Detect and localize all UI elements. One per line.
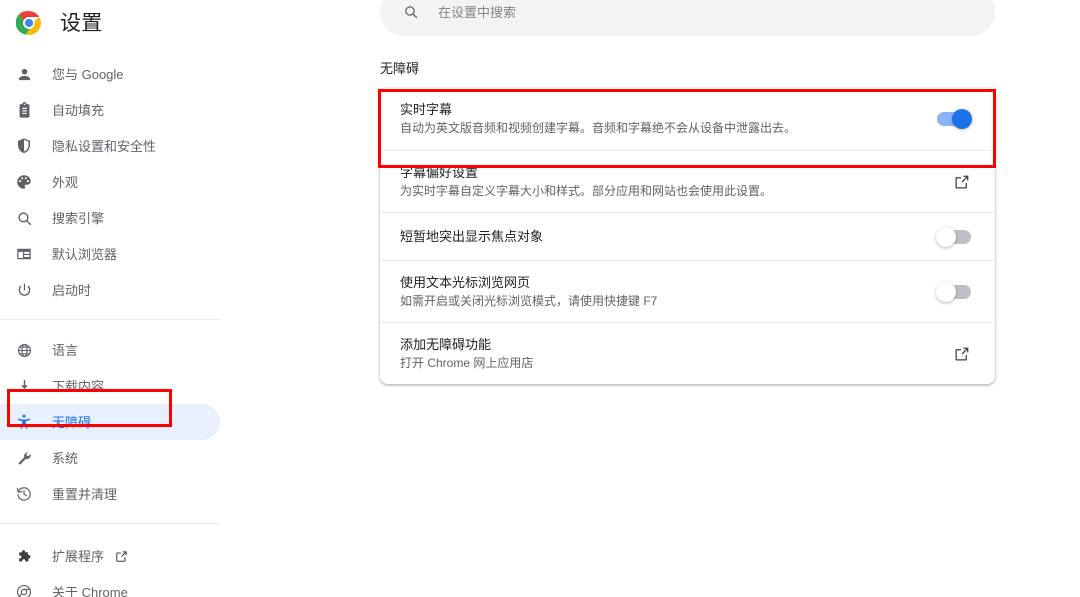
row-control — [931, 281, 971, 302]
search-input[interactable] — [438, 4, 979, 20]
sidebar-item-languages[interactable]: 语言 — [0, 332, 220, 368]
sidebar-item-search-engine[interactable]: 搜索引擎 — [0, 200, 220, 236]
live-caption-toggle[interactable] — [937, 109, 972, 129]
sidebar-item-label: 关于 Chrome — [52, 584, 128, 597]
accessibility-icon — [14, 412, 34, 432]
settings-row-live-caption[interactable]: 实时字幕 自动为英文版音频和视频创建字幕。音频和字幕绝不会从设备中泄露出去。 — [380, 88, 995, 150]
row-control — [931, 109, 972, 129]
row-title: 添加无障碍功能 — [400, 336, 492, 352]
history-restore-icon — [14, 484, 34, 504]
globe-icon — [14, 340, 34, 360]
sidebar-group-advanced: 语言 下载内容 无障碍 系统 重置并清理 — [0, 320, 260, 512]
sidebar-item-on-startup[interactable]: 启动时 — [0, 272, 220, 308]
sidebar-item-you-and-google[interactable]: 您与 Google — [0, 56, 220, 92]
sidebar-item-label: 语言 — [52, 342, 79, 358]
sidebar-item-accessibility[interactable]: 无障碍 — [0, 404, 220, 440]
sidebar-item-label: 下载内容 — [52, 378, 105, 394]
chrome-outline-icon — [14, 582, 34, 597]
puzzle-icon — [14, 546, 34, 566]
accessibility-settings-card: 实时字幕 自动为英文版音频和视频创建字幕。音频和字幕绝不会从设备中泄露出去。 字… — [380, 88, 995, 384]
sidebar-item-label: 默认浏览器 — [52, 246, 118, 262]
search-bar[interactable] — [380, 0, 995, 36]
row-text: 实时字幕 自动为英文版音频和视频创建字幕。音频和字幕绝不会从设备中泄露出去。 — [400, 91, 911, 147]
sidebar-item-label: 隐私设置和安全性 — [52, 138, 157, 154]
settings-row-add-accessibility-features[interactable]: 添加无障碍功能 打开 Chrome 网上应用店 — [380, 322, 995, 384]
shield-icon — [14, 136, 34, 156]
wrench-icon — [14, 448, 34, 468]
palette-icon — [14, 172, 34, 192]
sidebar-item-label: 无障碍 — [52, 414, 92, 430]
sidebar-item-privacy-security[interactable]: 隐私设置和安全性 — [0, 128, 220, 164]
row-text: 短暂地突出显示焦点对象 — [400, 218, 911, 256]
sidebar-item-reset-cleanup[interactable]: 重置并清理 — [0, 476, 220, 512]
sidebar-item-about-chrome[interactable]: 关于 Chrome — [0, 574, 220, 597]
power-icon — [14, 280, 34, 300]
settings-sidebar: 设置 您与 Google 自动填充 隐私设置和安全性 外观 搜索引擎 默认浏览器… — [0, 0, 260, 597]
sidebar-item-label: 系统 — [52, 450, 79, 466]
open-in-new-icon — [114, 549, 128, 563]
row-text: 添加无障碍功能 打开 Chrome 网上应用店 — [400, 326, 911, 382]
caret-browsing-toggle[interactable] — [936, 281, 971, 302]
row-title: 使用文本光标浏览网页 — [400, 274, 531, 290]
row-subtitle: 为实时字幕自定义字幕大小和样式。部分应用和网站也会使用此设置。 — [400, 183, 773, 198]
sidebar-group-primary: 您与 Google 自动填充 隐私设置和安全性 外观 搜索引擎 默认浏览器 启动… — [0, 44, 260, 308]
open-in-new-icon[interactable] — [953, 173, 971, 191]
browser-window-icon — [14, 244, 34, 264]
settings-main: 无障碍 实时字幕 自动为英文版音频和视频创建字幕。音频和字幕绝不会从设备中泄露出… — [260, 0, 1080, 597]
sidebar-item-autofill[interactable]: 自动填充 — [0, 92, 220, 128]
toggle-knob — [936, 226, 956, 247]
settings-row-focus-highlight[interactable]: 短暂地突出显示焦点对象 — [380, 212, 995, 260]
brand-header: 设置 — [0, 2, 260, 44]
settings-row-caption-preferences[interactable]: 字幕偏好设置 为实时字幕自定义字幕大小和样式。部分应用和网站也会使用此设置。 — [380, 150, 995, 212]
sidebar-item-extensions[interactable]: 扩展程序 — [0, 538, 220, 574]
sidebar-item-system[interactable]: 系统 — [0, 440, 220, 476]
focus-highlight-toggle[interactable] — [936, 226, 971, 247]
sidebar-item-label: 搜索引擎 — [52, 210, 105, 226]
search-icon — [402, 3, 420, 21]
row-text: 字幕偏好设置 为实时字幕自定义字幕大小和样式。部分应用和网站也会使用此设置。 — [400, 154, 911, 210]
row-title: 实时字幕 — [400, 102, 453, 117]
row-title: 字幕偏好设置 — [400, 164, 479, 180]
sidebar-item-label: 外观 — [52, 174, 79, 190]
row-control — [931, 226, 971, 247]
sidebar-item-label: 您与 Google — [52, 66, 124, 82]
chrome-logo-icon — [15, 10, 42, 36]
sidebar-item-label: 重置并清理 — [52, 486, 118, 502]
search-icon — [14, 208, 34, 228]
sidebar-item-label: 启动时 — [52, 282, 92, 298]
sidebar-item-label: 扩展程序 — [52, 548, 105, 564]
row-text: 使用文本光标浏览网页 如需开启或关闭光标浏览模式，请使用快捷键 F7 — [400, 264, 911, 320]
row-subtitle: 打开 Chrome 网上应用店 — [400, 355, 534, 370]
sidebar-item-default-browser[interactable]: 默认浏览器 — [0, 236, 220, 272]
download-icon — [14, 376, 34, 396]
row-control — [931, 345, 971, 363]
sidebar-item-appearance[interactable]: 外观 — [0, 164, 220, 200]
sidebar-group-footer: 扩展程序 关于 Chrome — [0, 524, 260, 597]
row-subtitle: 自动为英文版音频和视频创建字幕。音频和字幕绝不会从设备中泄露出去。 — [400, 121, 797, 135]
toggle-knob — [952, 109, 972, 129]
row-title: 短暂地突出显示焦点对象 — [400, 228, 544, 244]
section-heading: 无障碍 — [380, 61, 420, 76]
open-in-new-icon[interactable] — [953, 345, 971, 363]
row-control — [931, 173, 971, 191]
toggle-knob — [936, 281, 956, 302]
page-title: 设置 — [60, 11, 103, 35]
person-icon — [14, 64, 34, 84]
row-subtitle: 如需开启或关闭光标浏览模式，请使用快捷键 F7 — [400, 293, 658, 308]
sidebar-item-label: 自动填充 — [52, 102, 105, 118]
settings-row-caret-browsing[interactable]: 使用文本光标浏览网页 如需开启或关闭光标浏览模式，请使用快捷键 F7 — [380, 260, 995, 322]
clipboard-icon — [14, 100, 34, 120]
sidebar-item-downloads[interactable]: 下载内容 — [0, 368, 220, 404]
